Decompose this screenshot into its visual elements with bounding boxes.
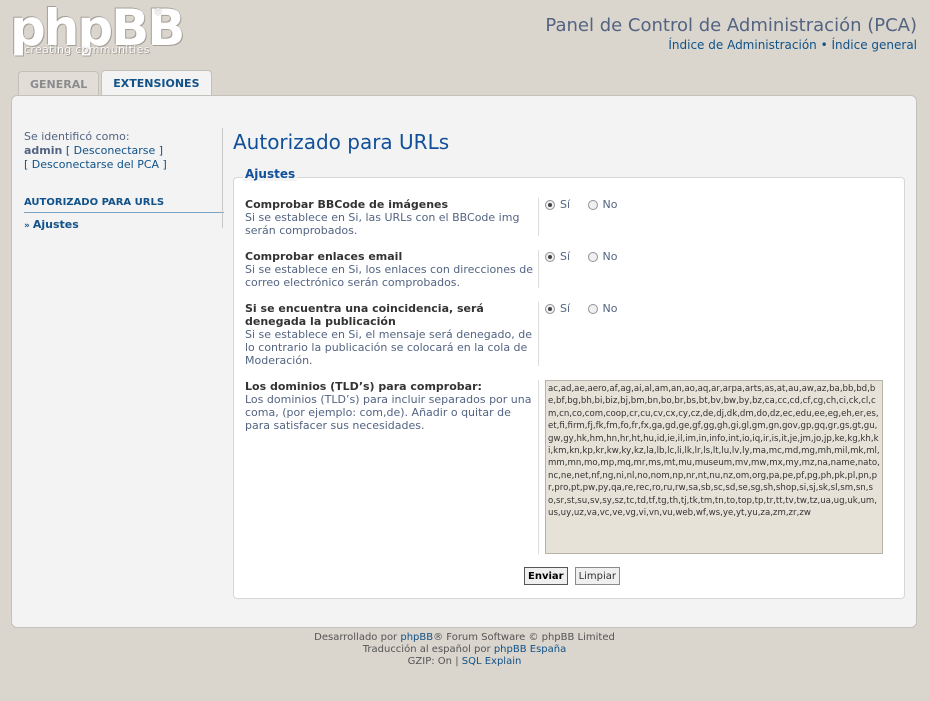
form-buttons: Enviar Limpiar — [524, 567, 621, 585]
setting-label: Comprobar enlaces email Si se establece … — [245, 250, 537, 289]
page-title: Autorizado para URLs — [233, 130, 450, 154]
radio-yes[interactable]: Sí — [545, 198, 570, 211]
radio-unchecked-icon[interactable] — [587, 303, 598, 314]
setting-description: Si se establece en Si, las URLs con el B… — [245, 211, 520, 237]
setting-label: Los dominios (TLD’s) para comprobar: Los… — [245, 380, 537, 432]
setting-control: Sí No — [538, 250, 632, 288]
settings-fieldset: Ajustes Comprobar BBCode de imágenes Si … — [233, 167, 905, 599]
setting-control: Sí No — [538, 302, 632, 366]
logout-acp-link[interactable]: [ Desconectarse del PCA ] — [24, 158, 167, 171]
setting-label: Comprobar BBCode de imágenes Si se estab… — [245, 198, 537, 237]
radio-yes[interactable]: Sí — [545, 302, 570, 315]
tab-general[interactable]: GENERAL — [18, 71, 100, 97]
setting-description: Si se establece en Si, el mensaje será d… — [245, 328, 532, 367]
radio-yes-label: Sí — [560, 250, 571, 263]
tld-textarea[interactable]: ac,ad,ae,aero,af,ag,ai,al,am,an,ao,aq,ar… — [545, 380, 883, 554]
board-index-link[interactable]: Índice general — [832, 38, 918, 52]
radio-unchecked-icon[interactable] — [587, 251, 598, 262]
setting-title: Comprobar BBCode de imágenes — [245, 198, 449, 211]
submit-button[interactable]: Enviar — [524, 567, 568, 585]
logo-registered-mark: ® — [153, 7, 163, 18]
radio-checked-icon[interactable] — [545, 199, 555, 210]
radio-yes-label: Sí — [560, 198, 571, 211]
phpbb-logo[interactable]: phpBB ® creating communities — [10, 3, 185, 56]
arrow-right-icon: » — [24, 221, 30, 231]
radio-yes[interactable]: Sí — [545, 250, 570, 263]
footer-text: Desarrollado por — [314, 632, 401, 643]
tab-extensions[interactable]: EXTENSIONES — [101, 70, 212, 97]
footer-text: ® Forum Software © phpBB Limited — [433, 632, 615, 643]
header-links: Índice de Administración • Índice genera… — [668, 38, 917, 52]
setting-title: Comprobar enlaces email — [245, 250, 403, 263]
sidebar: Se identificó como: admin [ Desconectars… — [24, 130, 224, 233]
username: admin — [24, 144, 63, 157]
radio-checked-icon[interactable] — [545, 251, 555, 262]
sidebar-item-label[interactable]: Ajustes — [33, 218, 79, 231]
sidebar-item-settings[interactable]: » Ajustes — [24, 218, 224, 233]
footer: Desarrollado por phpBB® Forum Software ©… — [0, 632, 929, 668]
setting-title: Si se encuentra una coincidencia, será d… — [245, 302, 484, 328]
sidebar-divider — [222, 128, 223, 228]
fieldset-legend: Ajustes — [243, 167, 298, 181]
main-panel: Se identificó como: admin [ Desconectars… — [11, 95, 917, 628]
footer-translation: Traducción al español por phpBB España — [0, 644, 929, 656]
acp-title: Panel de Control de Administración (PCA) — [545, 15, 917, 36]
footer-powered-by: Desarrollado por phpBB® Forum Software ©… — [0, 632, 929, 644]
acp-tabs: GENERAL EXTENSIONES — [18, 70, 214, 97]
footer-separator: | — [452, 656, 462, 667]
radio-no[interactable]: No — [587, 250, 618, 263]
header-link-separator: • — [820, 38, 828, 52]
setting-description: Si se establece en Si, los enlaces con d… — [245, 263, 533, 289]
radio-checked-icon[interactable] — [545, 303, 555, 314]
radio-no[interactable]: No — [587, 302, 618, 315]
phpbb-link[interactable]: phpBB — [400, 632, 433, 643]
radio-no-label: No — [602, 250, 618, 263]
user-line: admin [ Desconectarse ] — [24, 144, 224, 158]
logo-tagline: creating communities — [24, 43, 150, 56]
logout-link[interactable]: [ Desconectarse ] — [66, 144, 163, 157]
setting-control: Sí No — [538, 198, 632, 236]
footer-text: Traducción al español por — [362, 644, 494, 655]
gzip-status: GZIP: On — [407, 656, 453, 667]
sidebar-section-title: AUTORIZADO PARA URLS — [24, 196, 224, 213]
reset-button[interactable]: Limpiar — [574, 567, 621, 585]
radio-no-label: No — [602, 198, 618, 211]
content-area: Autorizado para URLs Ajustes Comprobar B… — [233, 128, 905, 599]
radio-yes-label: Sí — [560, 302, 571, 315]
setting-control: ac,ad,ae,aero,af,ag,ai,al,am,an,ao,aq,ar… — [538, 380, 883, 554]
footer-debug: GZIP: On | SQL Explain — [0, 656, 929, 668]
setting-title: Los dominios (TLD’s) para comprobar: — [245, 380, 482, 393]
setting-description: Los dominios (TLD’s) para incluir separa… — [245, 393, 532, 432]
sql-explain-link[interactable]: SQL Explain — [462, 656, 522, 667]
setting-label: Si se encuentra una coincidencia, será d… — [245, 302, 537, 367]
admin-index-link[interactable]: Índice de Administración — [668, 38, 816, 52]
radio-unchecked-icon[interactable] — [587, 199, 598, 210]
radio-no[interactable]: No — [587, 198, 618, 211]
radio-no-label: No — [602, 302, 618, 315]
identified-as-label: Se identificó como: — [24, 130, 130, 143]
phpbb-spain-link[interactable]: phpBB España — [494, 644, 566, 655]
